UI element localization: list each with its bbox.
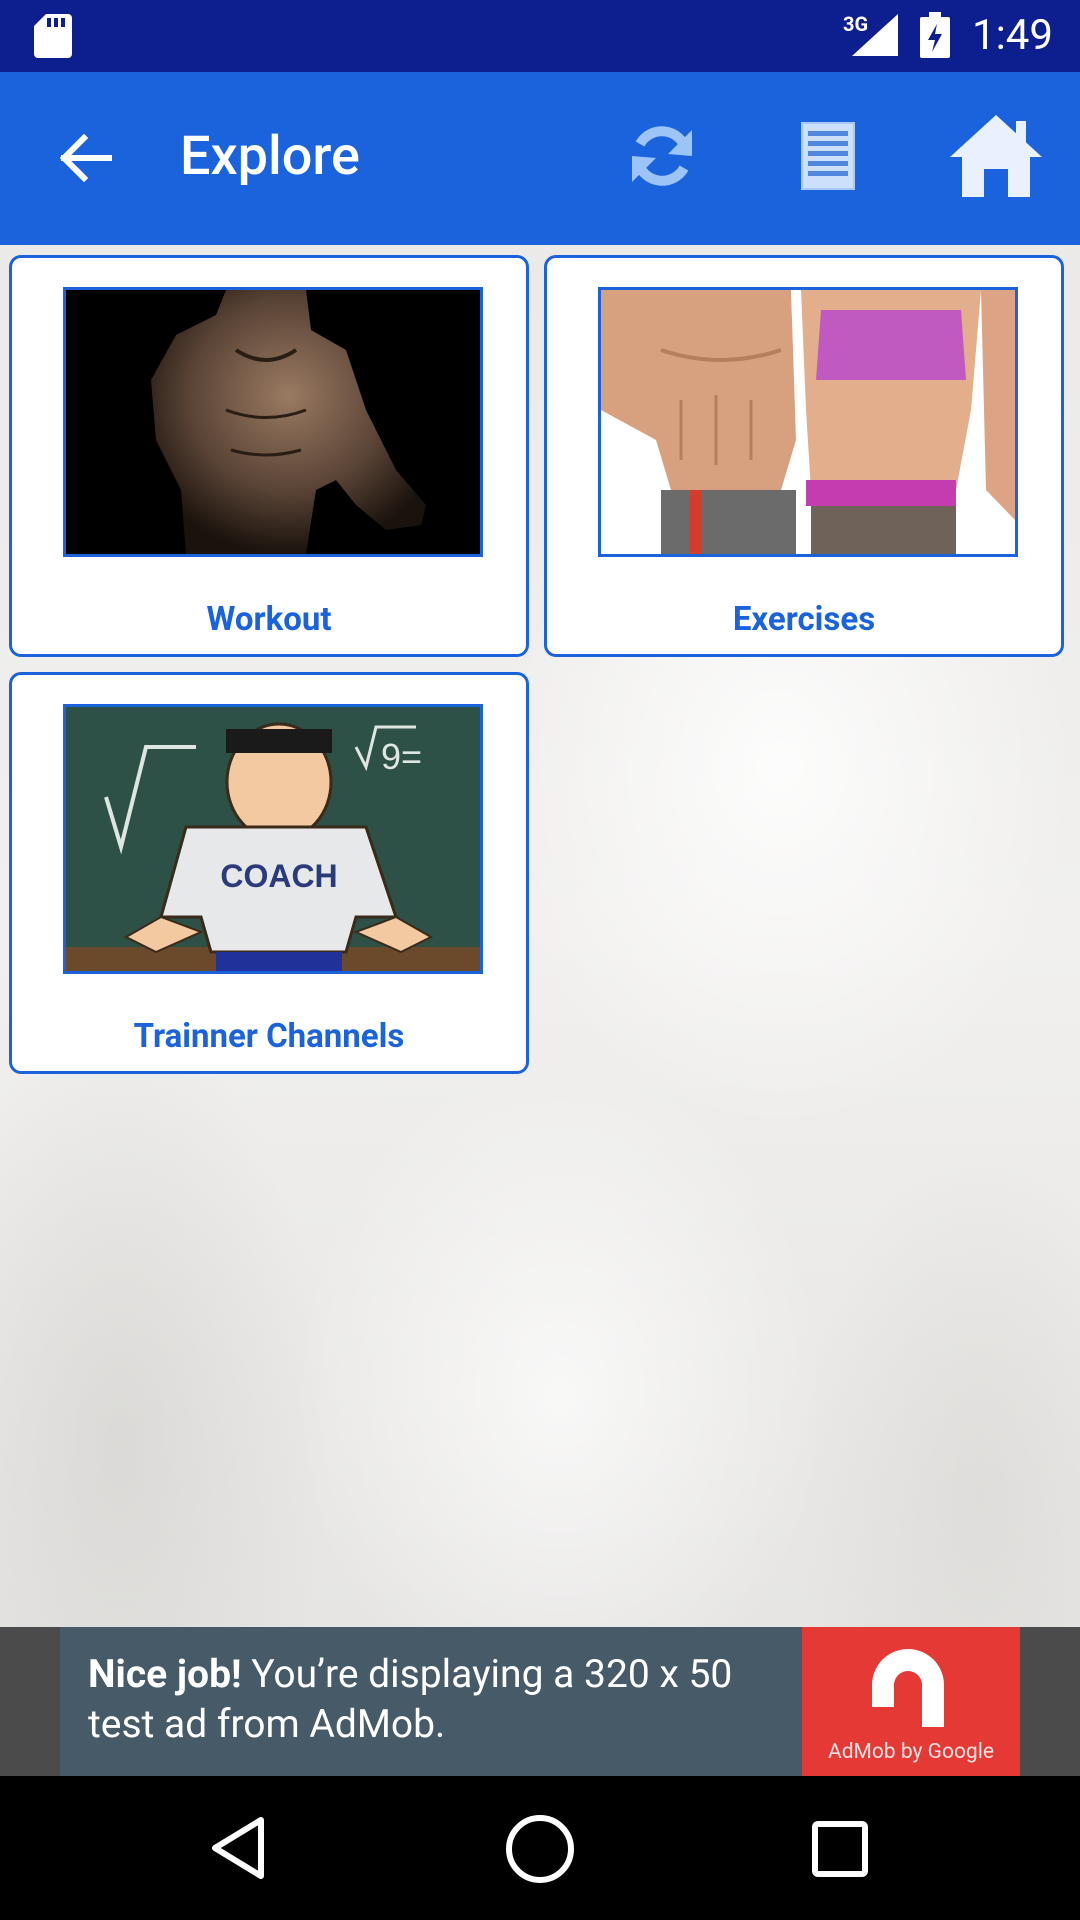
battery-charging-icon [920, 12, 950, 58]
status-time: 1:49 [972, 11, 1053, 60]
home-icon [950, 115, 1042, 197]
card-label: Trainner Channels [133, 1017, 405, 1056]
page-title: Explore [180, 125, 360, 188]
card-workout[interactable]: Workout [9, 255, 529, 657]
refresh-button[interactable] [620, 114, 704, 198]
card-exercises[interactable]: Exercises [544, 255, 1064, 657]
triangle-back-icon[interactable] [205, 1812, 277, 1884]
arrow-back-icon [60, 134, 112, 182]
workout-image [63, 287, 483, 557]
signal-icon [852, 14, 898, 56]
app-bar: Explore [0, 72, 1080, 245]
navigation-bar [0, 1776, 1080, 1920]
list-button[interactable] [790, 114, 866, 198]
ad-logo-caption: AdMob by Google [828, 1740, 994, 1764]
admob-logo: AdMob by Google [802, 1627, 1020, 1776]
sd-card-icon [34, 14, 72, 58]
status-bar: 3G 1:49 [0, 0, 1080, 72]
ad-banner[interactable]: Nice job! You’re displaying a 320 x 50 t… [60, 1627, 1020, 1776]
list-icon [801, 122, 855, 190]
admob-icon [872, 1649, 944, 1727]
trainer-channels-image: 9= COACH [63, 704, 483, 974]
ad-text: Nice job! You’re displaying a 320 x 50 t… [88, 1649, 808, 1749]
card-trainner-channels[interactable]: 9= COACH Trainner Channels [9, 672, 529, 1074]
ad-container: Nice job! You’re displaying a 320 x 50 t… [0, 1627, 1080, 1776]
card-label: Exercises [732, 600, 876, 639]
square-recents-icon[interactable] [805, 1814, 875, 1884]
home-button[interactable] [946, 108, 1046, 204]
svg-text:9=: 9= [381, 736, 422, 777]
coach-shirt-text: COACH [220, 858, 337, 894]
refresh-icon [632, 126, 692, 186]
back-button[interactable] [48, 120, 124, 196]
ad-text-bold: Nice job! [88, 1651, 242, 1697]
circle-home-icon[interactable] [503, 1812, 577, 1886]
ad-text-line2: test ad from AdMob. [88, 1701, 446, 1747]
card-label: Workout [206, 600, 332, 639]
ad-text-line1: You’re displaying a 320 x 50 [241, 1651, 733, 1697]
exercises-image [598, 287, 1018, 557]
